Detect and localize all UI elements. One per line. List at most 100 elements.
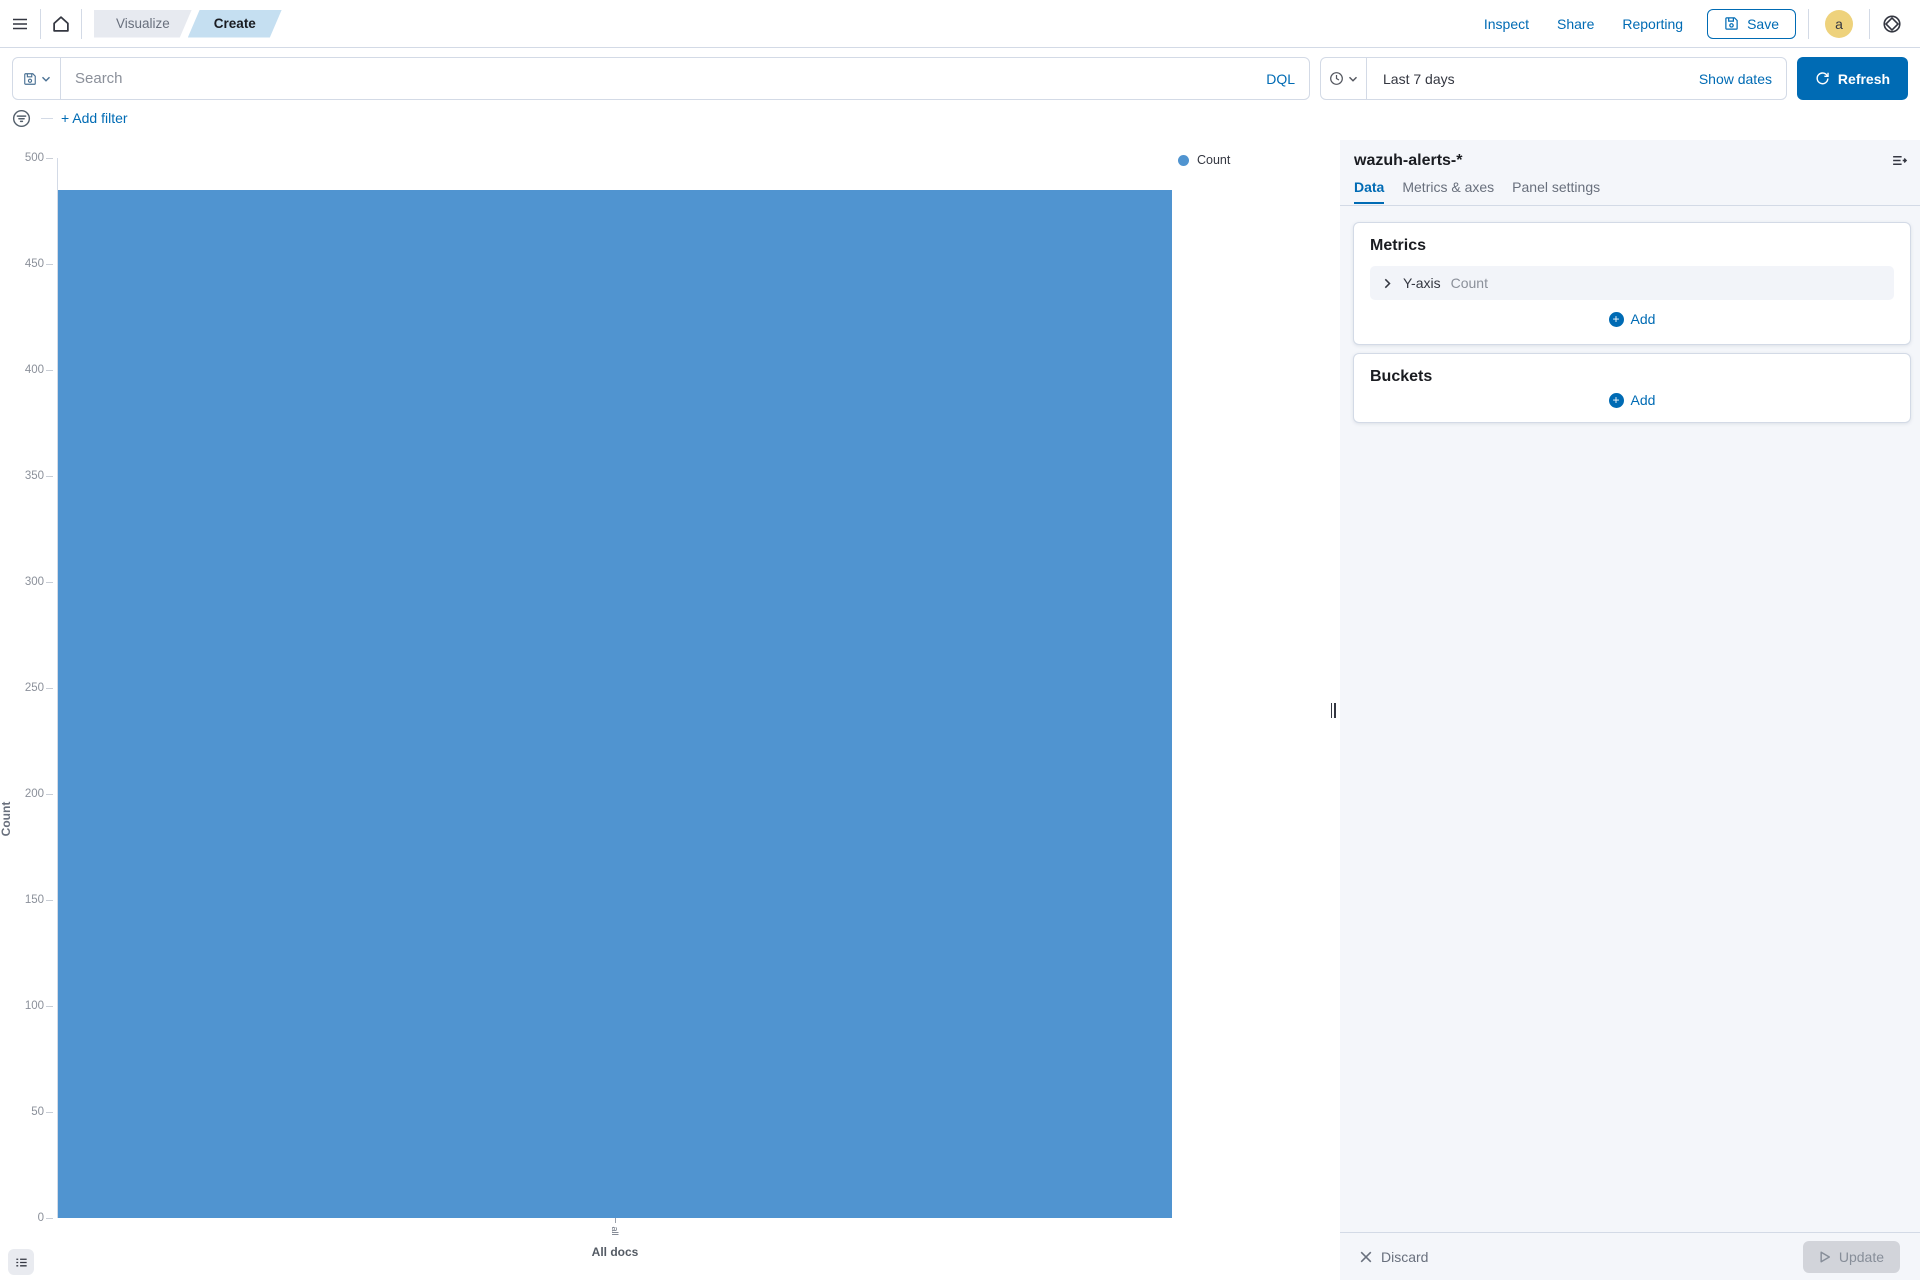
x-tick-label: all — [610, 1226, 620, 1236]
bar[interactable] — [58, 189, 1172, 1218]
page: Visualize Create Inspect Share Reporting… — [0, 0, 1920, 1280]
breadcrumb: Visualize Create — [94, 10, 282, 38]
search-input[interactable] — [61, 58, 1253, 99]
metrics-card: Metrics Y-axis Count + Add — [1353, 222, 1911, 345]
legend-label: Count — [1197, 153, 1231, 167]
y-tick-mark — [46, 264, 53, 265]
play-icon — [1819, 1250, 1831, 1263]
theme-button[interactable] — [1874, 14, 1910, 34]
sidebar-footer: Discard Update — [1340, 1232, 1920, 1280]
update-button[interactable]: Update — [1802, 1240, 1900, 1273]
buckets-card: Buckets + Add — [1353, 353, 1911, 423]
filter-bar: + Add filter — [12, 103, 128, 133]
legend-swatch — [1178, 154, 1189, 166]
plus-circle-icon: + — [1608, 392, 1624, 408]
sidebar-tabs: Data Metrics & axes Panel settings — [1354, 179, 1904, 204]
plot-area: all All docs — [57, 158, 1172, 1259]
refresh-icon — [1815, 71, 1830, 86]
metrics-heading: Metrics — [1370, 237, 1427, 254]
y-tick-mark — [46, 158, 53, 159]
y-tick-label: 500 — [24, 152, 44, 164]
tab-metrics-axes[interactable]: Metrics & axes — [1402, 179, 1494, 204]
list-icon — [14, 1255, 29, 1270]
add-metric-label: Add — [1630, 311, 1656, 327]
discard-label: Discard — [1381, 1248, 1429, 1265]
home-icon — [51, 14, 71, 34]
topbar-divider — [81, 8, 82, 39]
y-tick-label: 450 — [24, 258, 44, 270]
tab-panel-settings[interactable]: Panel settings — [1512, 179, 1600, 204]
breadcrumb-visualize[interactable]: Visualize — [94, 10, 192, 38]
chevron-down-icon — [41, 74, 51, 84]
metric-y-axis-row[interactable]: Y-axis Count — [1370, 266, 1894, 300]
inspect-link[interactable]: Inspect — [1472, 16, 1541, 32]
home-button[interactable] — [41, 0, 81, 47]
date-picker: Last 7 days Show dates — [1320, 57, 1787, 100]
buckets-heading: Buckets — [1370, 368, 1433, 385]
search-box: DQL — [12, 57, 1310, 100]
y-tick-label: 350 — [24, 470, 44, 482]
share-link[interactable]: Share — [1545, 16, 1606, 32]
chart-panel: Count 500 450 400 350 300 250 200 150 100 50 0 all… — [0, 140, 1331, 1280]
collapse-icon — [1891, 152, 1908, 169]
clock-icon — [1329, 71, 1344, 86]
saved-query-menu-button[interactable] — [13, 58, 61, 99]
add-bucket-button[interactable]: + Add — [1608, 392, 1656, 408]
panel-resizer[interactable] — [1326, 140, 1340, 1280]
hamburger-icon — [12, 16, 28, 32]
y-tick-label: 300 — [24, 576, 44, 588]
y-tick-label: 50 — [31, 1106, 44, 1118]
add-metric-button[interactable]: + Add — [1608, 311, 1656, 327]
y-tick-label: 150 — [24, 894, 44, 906]
saved-query-icon — [23, 72, 37, 86]
y-tick-label: 100 — [24, 1000, 44, 1012]
y-tick-mark — [46, 582, 53, 583]
dql-button[interactable]: DQL — [1252, 58, 1309, 99]
add-bucket-label: Add — [1630, 392, 1656, 408]
save-button[interactable]: Save — [1707, 8, 1796, 39]
plus-circle-icon: + — [1608, 311, 1624, 327]
collapse-panel-button[interactable] — [1891, 152, 1908, 169]
avatar[interactable]: a — [1825, 9, 1853, 38]
metric-axis-label: Y-axis — [1403, 275, 1441, 291]
y-tick-mark — [46, 1112, 53, 1113]
y-tick-mark — [46, 688, 53, 689]
y-tick-mark — [46, 1006, 53, 1007]
filter-divider — [41, 117, 53, 119]
resizer-grip-icon — [1330, 702, 1336, 718]
legend-item-count[interactable]: Count — [1178, 153, 1230, 167]
y-tick-label: 0 — [37, 1212, 44, 1224]
topbar-actions: Inspect Share Reporting Save a — [1472, 8, 1920, 39]
add-filter-button[interactable]: + Add filter — [61, 110, 128, 126]
time-range-value[interactable]: Last 7 days — [1367, 58, 1685, 99]
vis-editor-sidebar: wazuh-alerts-* Data Metrics & axes Panel… — [1340, 140, 1920, 1280]
topbar-divider — [1869, 8, 1870, 39]
index-pattern-title: wazuh-alerts-* — [1354, 152, 1463, 169]
x-axis-title: All docs — [591, 1245, 639, 1259]
filter-icon[interactable] — [12, 109, 31, 128]
topbar-divider — [1808, 8, 1809, 39]
x-tick-mark — [615, 1218, 616, 1223]
menu-button[interactable] — [0, 0, 40, 47]
quick-time-menu-button[interactable] — [1321, 58, 1367, 99]
save-button-label: Save — [1747, 15, 1779, 32]
sidebar-header: wazuh-alerts-* Data Metrics & axes Panel… — [1340, 140, 1920, 206]
y-axis-ticks: 500 450 400 350 300 250 200 150 100 50 0 — [0, 152, 57, 1224]
update-label: Update — [1838, 1248, 1884, 1265]
reporting-link[interactable]: Reporting — [1610, 16, 1695, 32]
refresh-button[interactable]: Refresh — [1797, 57, 1908, 100]
y-tick-label: 250 — [24, 682, 44, 694]
y-tick-mark — [46, 794, 53, 795]
tab-data[interactable]: Data — [1354, 179, 1385, 204]
y-tick-mark — [46, 1218, 53, 1219]
show-dates-button[interactable]: Show dates — [1685, 58, 1786, 99]
y-tick-mark — [46, 476, 53, 477]
save-icon — [1724, 16, 1739, 31]
close-icon — [1360, 1251, 1372, 1263]
breadcrumb-create: Create — [188, 10, 282, 38]
metric-agg-value: Count — [1450, 275, 1488, 291]
legend-toggle-button[interactable] — [8, 1249, 34, 1275]
y-tick-mark — [46, 370, 53, 371]
y-tick-label: 200 — [24, 788, 44, 800]
discard-button[interactable]: Discard — [1360, 1249, 1428, 1265]
